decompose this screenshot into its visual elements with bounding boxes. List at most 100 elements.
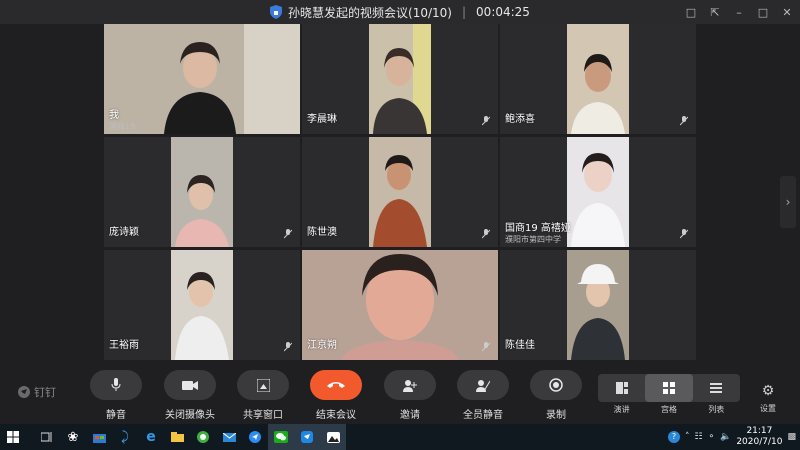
gear-icon: ⚙ bbox=[761, 383, 775, 399]
app-dingtalk[interactable] bbox=[294, 424, 320, 450]
grid-layout-icon bbox=[662, 382, 675, 394]
notification-icon[interactable]: ▩ bbox=[787, 432, 796, 442]
layout-list-label: 列表 bbox=[708, 405, 725, 414]
os-taskbar: ❀ ⤸ e ? ˄ ☷ ⚬ 🔈 21:17 2020/7/10 ▩ bbox=[0, 424, 800, 450]
mic-muted-icon bbox=[482, 342, 490, 352]
share-window-button[interactable]: 共享窗口 bbox=[237, 370, 289, 421]
list-layout-icon bbox=[710, 383, 723, 393]
app-feishu[interactable] bbox=[242, 424, 268, 450]
end-meeting-button[interactable]: 结束会议 bbox=[310, 370, 362, 421]
participant-name: 江京朔 bbox=[307, 340, 337, 351]
participant-subtitle: 濮阳市第四中学 bbox=[505, 235, 561, 244]
participant-video bbox=[104, 24, 300, 134]
layout-list-button[interactable] bbox=[693, 374, 740, 402]
mic-muted-icon bbox=[482, 229, 490, 239]
help-icon[interactable]: ? bbox=[667, 431, 680, 443]
system-tray: ? ˄ ☷ ⚬ 🔈 21:17 2020/7/10 ▩ bbox=[667, 424, 796, 450]
dingtalk-icon bbox=[18, 386, 30, 398]
mic-muted-icon bbox=[284, 342, 292, 352]
participant-video bbox=[567, 24, 629, 134]
clock-time: 21:17 bbox=[746, 426, 773, 436]
participant-tile[interactable]: 江京朔 bbox=[302, 250, 498, 360]
close-button[interactable]: ✕ bbox=[780, 6, 794, 19]
layout-speaker-label: 演讲 bbox=[613, 405, 630, 414]
mute-button[interactable]: 静音 bbox=[90, 370, 142, 421]
wechat-icon bbox=[274, 431, 288, 443]
mic-muted-icon bbox=[680, 229, 688, 239]
hang-up-icon bbox=[327, 382, 345, 388]
vs-icon: ⤸ bbox=[121, 429, 129, 445]
participant-name: 庞诗颖 bbox=[109, 227, 139, 238]
title-bar: 孙晓慧发起的视频会议(10/10) | 00:04:25 □ ⇱ – □ ✕ bbox=[0, 0, 800, 24]
add-user-icon bbox=[403, 379, 417, 392]
participant-video bbox=[171, 137, 233, 247]
folder-icon bbox=[170, 432, 184, 442]
participant-name: 我 bbox=[109, 110, 119, 121]
pip-icon[interactable]: □ bbox=[684, 6, 698, 19]
mail-icon bbox=[222, 432, 236, 442]
chevron-right-icon: › bbox=[785, 195, 791, 209]
mic-muted-icon bbox=[680, 116, 688, 126]
invite-button[interactable]: 邀请 bbox=[384, 370, 436, 421]
participant-subtitle: 国商19 bbox=[109, 122, 136, 131]
security-app-icon bbox=[197, 431, 209, 443]
layout-labels: 演讲 宫格 列表 bbox=[598, 404, 740, 415]
app-pinwheel[interactable]: ❀ bbox=[60, 424, 86, 450]
mute-all-button[interactable]: 全员静音 bbox=[457, 370, 509, 421]
participant-name: 陈佳佳 bbox=[505, 340, 535, 351]
task-view-button[interactable] bbox=[34, 424, 60, 450]
shield-icon bbox=[270, 5, 283, 19]
next-page-button[interactable]: › bbox=[780, 176, 796, 228]
camera-toggle-button[interactable]: 关闭摄像头 bbox=[164, 370, 216, 421]
wifi-icon[interactable]: ⚬ bbox=[708, 432, 716, 442]
app-mail[interactable] bbox=[216, 424, 242, 450]
task-view-icon bbox=[41, 432, 52, 442]
network-icon[interactable]: ☷ bbox=[694, 432, 702, 442]
settings-button[interactable]: ⚙ 设置 bbox=[756, 380, 780, 414]
speaker-layout-icon bbox=[615, 382, 628, 394]
participant-tile[interactable]: 国商19 高禧娅 濮阳市第四中学 bbox=[500, 137, 696, 247]
minimize-button[interactable]: – bbox=[732, 6, 746, 19]
record-button[interactable]: 录制 bbox=[530, 370, 582, 421]
mic-muted-icon bbox=[284, 229, 292, 239]
participant-tile[interactable]: 庞诗颖 bbox=[104, 137, 300, 247]
layout-grid-label: 宫格 bbox=[660, 405, 677, 414]
app-360[interactable] bbox=[190, 424, 216, 450]
mic-muted-icon bbox=[482, 116, 490, 126]
participant-video bbox=[567, 137, 629, 247]
participant-tile[interactable]: 王裕雨 bbox=[104, 250, 300, 360]
clock[interactable]: 21:17 2020/7/10 bbox=[736, 426, 782, 448]
app-edge[interactable]: e bbox=[138, 424, 164, 450]
maximize-button[interactable]: □ bbox=[756, 6, 770, 19]
app-store[interactable] bbox=[86, 424, 112, 450]
participant-tile[interactable]: 陈世澳 bbox=[302, 137, 498, 247]
microphone-icon bbox=[111, 378, 121, 391]
app-photos[interactable] bbox=[320, 424, 346, 450]
layout-speaker-button[interactable] bbox=[598, 374, 645, 402]
participant-video bbox=[369, 137, 431, 247]
volume-icon[interactable]: 🔈 bbox=[720, 432, 731, 442]
participant-tile[interactable]: 陈佳佳 bbox=[500, 250, 696, 360]
app-wechat[interactable] bbox=[268, 424, 294, 450]
start-button[interactable] bbox=[0, 424, 26, 450]
clock-date: 2020/7/10 bbox=[736, 437, 783, 447]
participant-name: 鲍添喜 bbox=[505, 114, 535, 125]
app-file-explorer[interactable] bbox=[164, 424, 190, 450]
layout-switcher bbox=[598, 374, 740, 402]
participant-name: 国商19 高禧娅 bbox=[505, 223, 571, 234]
store-icon bbox=[92, 434, 106, 443]
participant-name: 李晨琳 bbox=[307, 114, 337, 125]
participant-tile[interactable]: 鲍添喜 bbox=[500, 24, 696, 134]
participant-video bbox=[567, 250, 629, 360]
mute-all-icon bbox=[476, 379, 490, 392]
meeting-window: 孙晓慧发起的视频会议(10/10) | 00:04:25 □ ⇱ – □ ✕ 我… bbox=[0, 0, 800, 450]
record-icon bbox=[549, 378, 563, 392]
app-visual-studio[interactable]: ⤸ bbox=[112, 424, 138, 450]
fullscreen-icon[interactable]: ⇱ bbox=[708, 6, 722, 19]
participant-video bbox=[171, 250, 233, 360]
participant-tile[interactable]: 我 国商19 bbox=[104, 24, 300, 134]
chevron-up-icon[interactable]: ˄ bbox=[685, 432, 690, 442]
layout-grid-button[interactable] bbox=[645, 374, 693, 402]
meeting-title: 孙晓慧发起的视频会议(10/10) bbox=[288, 5, 452, 20]
participant-tile[interactable]: 李晨琳 bbox=[302, 24, 498, 134]
